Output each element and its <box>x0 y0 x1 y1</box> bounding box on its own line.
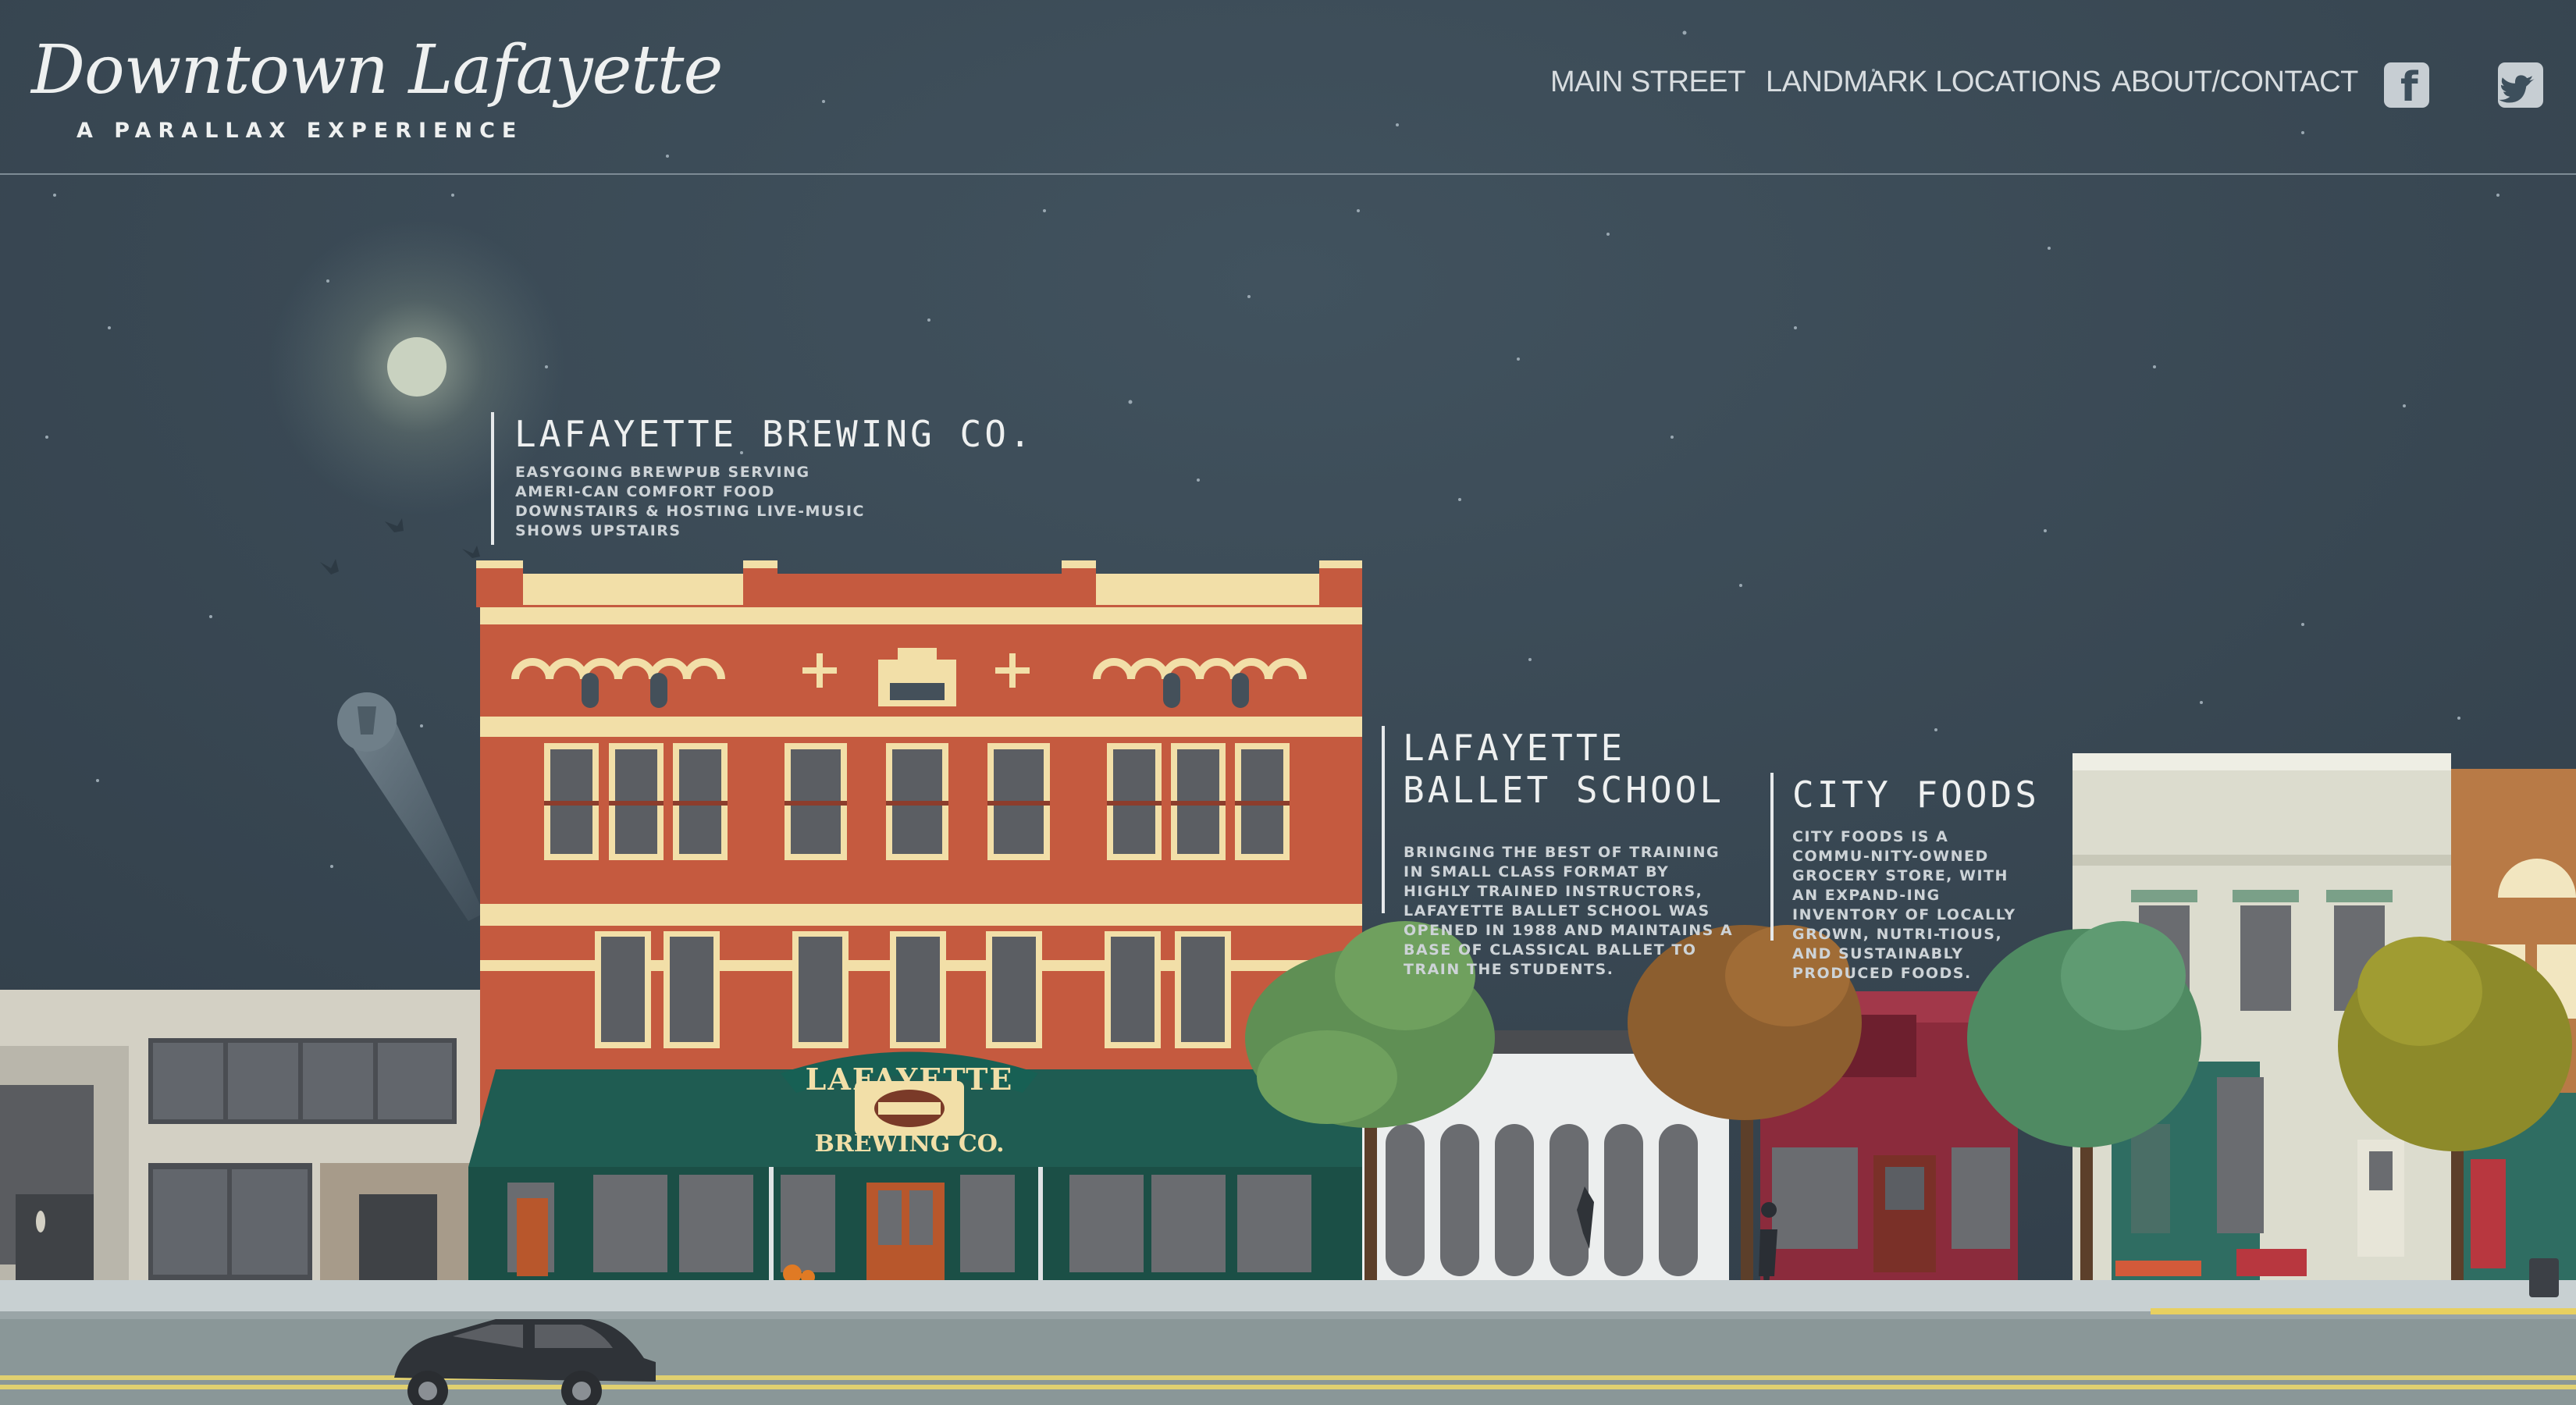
callout-description: EASYGOING BREWPUB SERVING AMERI-CAN COMF… <box>515 464 865 539</box>
callout-title: LAFAYETTE BREWING CO. <box>514 413 1034 455</box>
logo-subtitle: A PARALLAX EXPERIENCE <box>76 119 524 143</box>
moon <box>387 337 447 397</box>
nav-main-street[interactable]: MAIN STREET <box>1550 66 1745 99</box>
callout-rule <box>1382 726 1385 913</box>
brewery-sign-bottom-text: BREWING CO. <box>814 1130 1005 1158</box>
callout-city-foods[interactable]: CITY FOODS CITY FOODS IS A COMMU-NITY-OW… <box>1770 773 2037 982</box>
facebook-glyph: f <box>2400 64 2418 111</box>
nav-about-contact[interactable]: ABOUT/CONTACT <box>2112 66 2358 99</box>
first-floor-windows <box>595 931 1231 1048</box>
callout-title-line-1: LAFAYETTE <box>1403 727 1626 769</box>
header-divider <box>0 173 2576 175</box>
facebook-icon[interactable]: f <box>2384 62 2429 111</box>
callout-description: BRINGING THE BEST OF TRAINING IN SMALL C… <box>1404 844 1734 978</box>
nav-landmark-locations[interactable]: LANDMARK LOCATIONS <box>1766 66 2101 99</box>
callout-rule <box>491 412 494 545</box>
trash-bin <box>2529 1258 2559 1297</box>
brewery-sign: LAFAYETTE BREWING CO. <box>788 1046 1030 1163</box>
site-logo[interactable]: Downtown Lafayette A PARALLAX EXPERIENCE <box>31 31 723 156</box>
brewery-building <box>468 560 1374 1288</box>
street <box>0 1319 2576 1405</box>
callout-ballet-school[interactable]: LAFAYETTE BALLET SCHOOL BRINGING THE BES… <box>1382 726 1741 984</box>
callout-description: CITY FOODS IS A COMMU-NITY-OWNED GROCERY… <box>1792 828 2016 982</box>
site-header: Downtown Lafayette A PARALLAX EXPERIENCE… <box>0 0 2576 175</box>
logo-script-text: Downtown Lafayette <box>31 31 723 109</box>
second-floor-windows <box>544 743 1290 860</box>
twitter-bird-icon <box>2499 75 2535 103</box>
callout-rule <box>1770 773 1774 941</box>
left-building <box>0 990 480 1280</box>
callout-title: CITY FOODS <box>1792 774 2040 816</box>
curb-line-yellow <box>2151 1308 2576 1314</box>
road-center-line <box>0 1375 2576 1380</box>
callout-title-line-2: BALLET SCHOOL <box>1403 769 1725 811</box>
road-center-line-2 <box>0 1385 2576 1389</box>
brewery-sign-arch-text: LAFAYETTE <box>805 1062 1014 1097</box>
callout-brewing-co[interactable]: LAFAYETTE BREWING CO. EASYGOING BREWPUB … <box>491 412 1031 545</box>
twitter-icon[interactable] <box>2498 62 2543 108</box>
sidewalk <box>0 1280 2576 1313</box>
